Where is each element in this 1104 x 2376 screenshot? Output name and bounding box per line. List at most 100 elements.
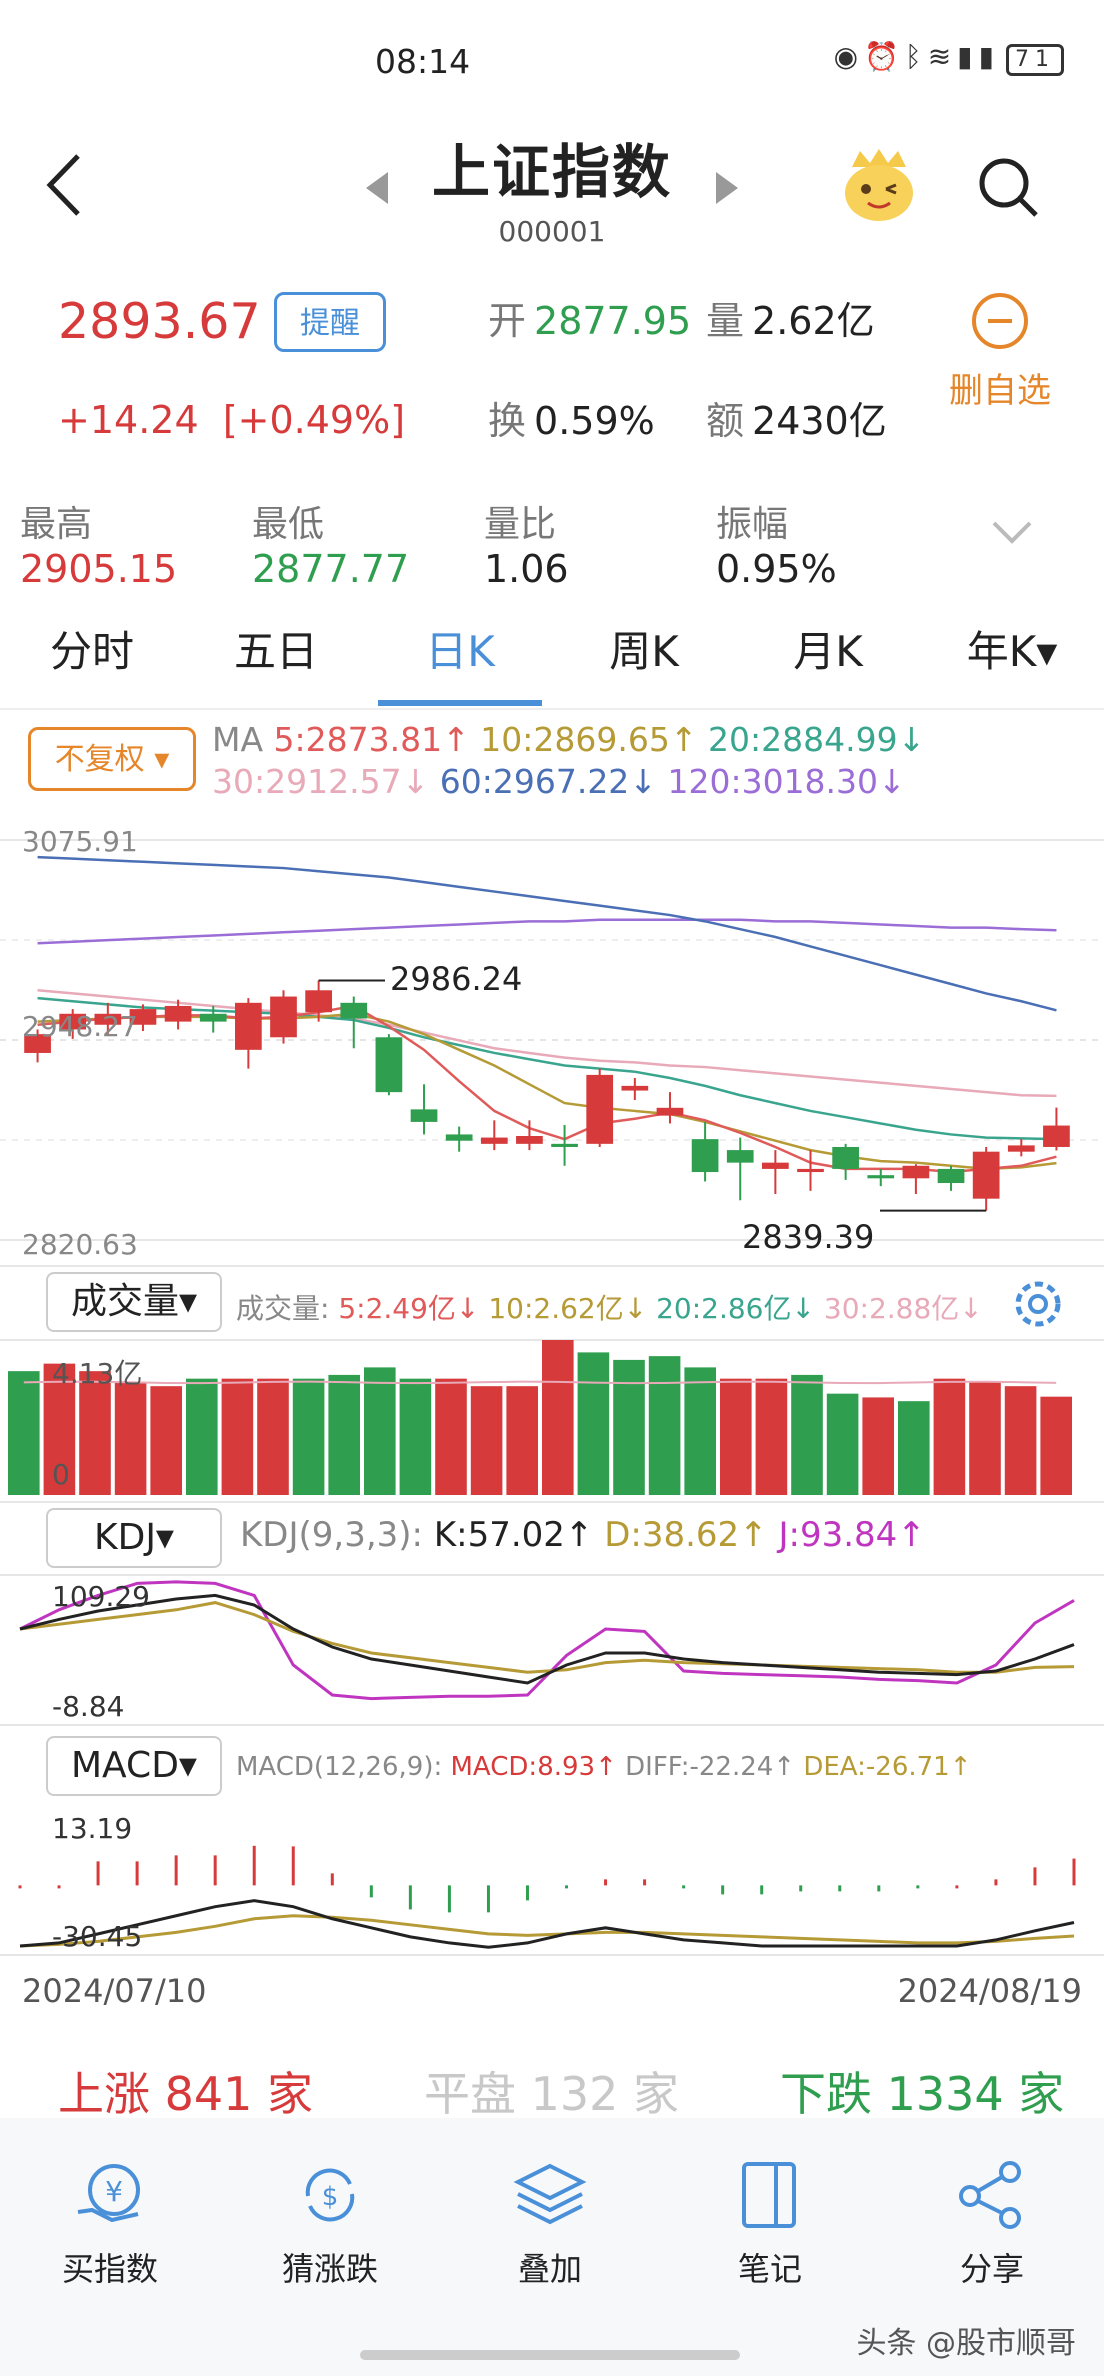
- candle-body: [656, 1107, 684, 1116]
- nav-buy-index[interactable]: ¥ 买指数: [40, 2160, 180, 2290]
- next-stock-icon[interactable]: [712, 170, 742, 206]
- volume-bar: [862, 1397, 894, 1495]
- price-axis-bottom: 2820.63: [22, 1228, 138, 1261]
- refresh-dollar-icon: $: [305, 2168, 355, 2222]
- amount-value: 2430亿: [752, 399, 887, 443]
- period-tabs: 分时 五日 日K 周K 月K 年K▾: [0, 612, 1104, 710]
- price-area: [0, 839, 1104, 1267]
- volume-bar: [933, 1378, 966, 1495]
- ma60-value: 60:2967.22↓: [439, 762, 657, 801]
- stat-label: 最高: [20, 504, 93, 545]
- notebook-icon: [742, 2162, 796, 2228]
- nav-share[interactable]: 分享: [922, 2160, 1062, 2290]
- remove-watchlist-button[interactable]: 删自选: [944, 293, 1056, 412]
- volume-ma-line: [23, 1380, 1057, 1385]
- status-icons: ◉⏰ᛒ≋▮▮ 71: [834, 40, 1064, 76]
- caret-down-icon: ▾: [154, 742, 170, 777]
- tab-intraday[interactable]: 分时: [0, 612, 184, 692]
- volume-value: 2.62亿: [752, 299, 875, 343]
- volume-legend: 成交量: 5:2.49亿↓ 10:2.62亿↓ 20:2.86亿↓ 30:2.8…: [236, 1287, 983, 1327]
- kdj-k-value: K:57.02↑: [433, 1515, 594, 1555]
- alert-button[interactable]: 提醒: [274, 292, 386, 352]
- volume-bar: [435, 1378, 467, 1495]
- breadth-down: 下跌 1334 家: [780, 2067, 1065, 2121]
- kdj-d-value: D:38.62↑: [604, 1515, 768, 1555]
- svg-text:$: $: [322, 2182, 339, 2212]
- settings-gear-icon[interactable]: [1010, 1276, 1066, 1332]
- macd-value: MACD:8.93↑: [450, 1752, 617, 1782]
- chevron-down-icon[interactable]: [990, 519, 1034, 545]
- adjust-dropdown[interactable]: 不复权 ▾: [28, 727, 196, 791]
- open-value: 2877.95: [534, 299, 692, 343]
- volume-bar: [257, 1378, 289, 1495]
- candle-body: [305, 990, 332, 1013]
- share-icon: [959, 2161, 1021, 2229]
- nav-label: 分享: [959, 2250, 1024, 2288]
- ma120-value: 120:3018.30↓: [667, 762, 906, 801]
- turnover-value: 0.59%: [534, 399, 655, 443]
- volume-bar: [648, 1356, 681, 1495]
- volume-area: [0, 1339, 1104, 1503]
- candle-body: [551, 1143, 578, 1147]
- stats-row: 最高 2905.15 最低 2877.77 量比 1.06 振幅 0.95%: [20, 495, 1084, 595]
- status-time: 08:14: [375, 42, 471, 81]
- home-indicator[interactable]: [360, 2350, 740, 2360]
- nav-guess[interactable]: $ 猜涨跌: [260, 2160, 400, 2290]
- tab-weekly-k[interactable]: 周K: [552, 612, 736, 692]
- tab-daily-k[interactable]: 日K: [368, 612, 552, 692]
- active-tab-indicator: [378, 700, 542, 706]
- volume-bar: [791, 1374, 823, 1495]
- macd-axis-top: 13.19: [52, 1812, 133, 1845]
- status-bar: 08:14 ◉⏰ᛒ≋▮▮ 71: [0, 0, 1104, 110]
- candle-body: [691, 1139, 719, 1173]
- volume-bar: [328, 1374, 360, 1495]
- volume-bar: [720, 1378, 752, 1495]
- kline-chart[interactable]: [0, 810, 1104, 1980]
- volume-bar: [1040, 1396, 1072, 1495]
- nav-label: 买指数: [61, 2250, 158, 2288]
- volume-selector[interactable]: 成交量▾: [46, 1272, 222, 1332]
- candle-body: [832, 1146, 859, 1169]
- kdj-selector[interactable]: KDJ▾: [46, 1508, 222, 1568]
- vol5-value: 5:2.49亿↓: [338, 1292, 480, 1325]
- ma-prefix: MA: [212, 720, 264, 759]
- candle-body: [480, 1137, 508, 1144]
- nav-notes[interactable]: 笔记: [700, 2160, 840, 2290]
- amount-label: 额: [706, 399, 745, 443]
- page-title: 上证指数: [431, 138, 672, 206]
- volume-bar: [577, 1352, 610, 1495]
- macd-axis-bottom: -30.45: [52, 1920, 143, 1953]
- volume-bar: [292, 1378, 325, 1495]
- macd-dea-line: [19, 1914, 1075, 1948]
- mascot-icon[interactable]: [838, 145, 920, 227]
- candle-body: [410, 1109, 438, 1122]
- candle-body: [902, 1165, 930, 1179]
- search-icon[interactable]: [976, 155, 1040, 219]
- watermark: 头条 @股市顺哥: [856, 2326, 1076, 2361]
- volume-stat: 量 2.62亿: [706, 290, 875, 345]
- breadth-up: 上涨 841 家: [58, 2067, 314, 2121]
- tab-yearly-k[interactable]: 年K▾: [920, 612, 1104, 692]
- tab-monthly-k[interactable]: 月K: [736, 612, 920, 692]
- ma10-value: 10:2869.65↑: [480, 720, 698, 759]
- stock-code: 000001: [498, 215, 606, 248]
- layers-icon: [513, 2163, 587, 2225]
- diff-value: DIFF:-22.24↑: [625, 1752, 796, 1782]
- nav-overlay[interactable]: 叠加: [480, 2160, 620, 2290]
- yen-hand-icon: ¥: [77, 2164, 140, 2223]
- volume-bar: [969, 1382, 1001, 1495]
- ma30-value: 30:2912.57↓: [212, 762, 430, 801]
- macd-selector[interactable]: MACD▾: [46, 1736, 222, 1796]
- ma-line-ma10: [37, 1012, 1057, 1171]
- volume-bar: [898, 1401, 930, 1495]
- price-change: +14.24 [+0.49%]: [58, 398, 405, 442]
- eye-icon: ◉: [833, 40, 865, 73]
- stat-value: 2877.77: [252, 547, 410, 591]
- tab-five-day[interactable]: 五日: [184, 612, 368, 692]
- kdj-legend: KDJ(9,3,3): K:57.02↑ D:38.62↑ J:93.84↑: [240, 1515, 926, 1555]
- candle-body: [199, 1013, 227, 1022]
- volume-axis-bottom: 0: [52, 1458, 70, 1491]
- volume-bar: [150, 1386, 182, 1495]
- kdj-axis-bottom: -8.84: [52, 1690, 125, 1723]
- volume-bar: [826, 1393, 859, 1495]
